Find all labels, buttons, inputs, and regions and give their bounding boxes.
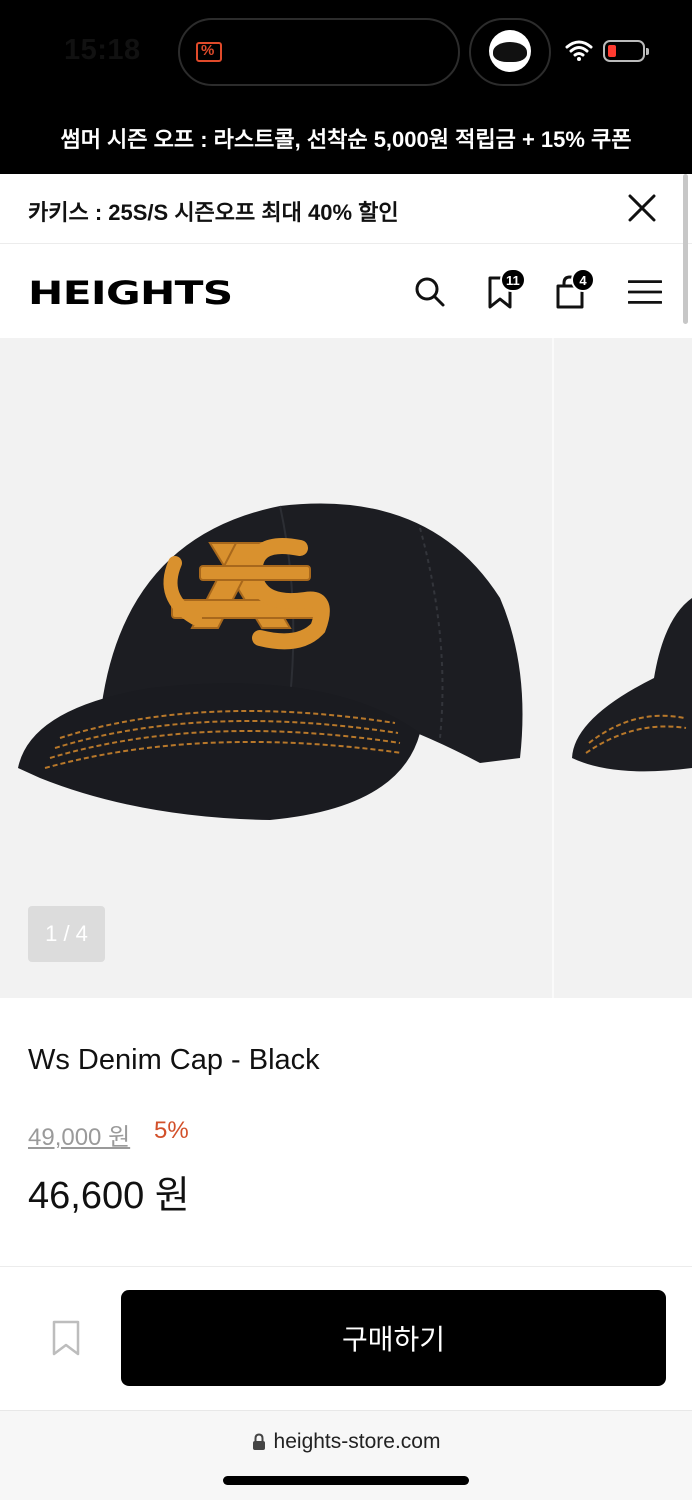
search-icon[interactable] xyxy=(412,274,446,310)
buy-button[interactable]: 구매하기 xyxy=(121,1290,666,1386)
home-indicator[interactable] xyxy=(223,1476,469,1485)
sale-price: 46,600 원 xyxy=(28,1175,190,1217)
close-icon[interactable] xyxy=(624,190,660,226)
battery-icon xyxy=(603,40,649,62)
discount-tag-icon: % xyxy=(196,42,222,62)
product-image-cap-front xyxy=(18,503,523,820)
url-display[interactable]: heights-store.com xyxy=(0,1430,692,1454)
lock-icon xyxy=(252,1433,265,1450)
product-name: Ws Denim Cap - Black xyxy=(28,1044,320,1076)
product-image-gallery[interactable]: 1 / 4 xyxy=(0,338,692,998)
heights-logo[interactable]: HEIGHTS xyxy=(28,274,233,312)
notice-bar[interactable]: 카키스 : 25S/S 시즌오프 최대 40% 할인 xyxy=(0,174,692,244)
gallery-divider xyxy=(552,338,554,998)
status-time: 15:18 xyxy=(64,34,141,66)
wishlist-button[interactable] xyxy=(38,1302,94,1374)
discount-rate: 5% xyxy=(154,1117,189,1144)
activity-avatar-icon xyxy=(489,30,531,72)
wifi-icon xyxy=(565,40,593,61)
promo-banner-text: 썸머 시즌 오프 : 라스트콜, 선착순 5,000원 적립금 + 15% 쿠폰 xyxy=(60,127,632,152)
promo-banner[interactable]: 썸머 시즌 오프 : 라스트콜, 선착순 5,000원 적립금 + 15% 쿠폰 xyxy=(0,102,692,174)
image-counter: 1 / 4 xyxy=(28,906,105,962)
product-image-cap-side xyxy=(572,598,692,772)
wishlist-count-badge: 11 xyxy=(500,268,526,292)
cart-count-badge: 4 xyxy=(571,268,595,292)
original-price: 49,000 원 xyxy=(28,1124,131,1151)
url-text: heights-store.com xyxy=(273,1430,441,1453)
bookmark-outline-icon xyxy=(52,1320,80,1356)
notice-text: 카키스 : 25S/S 시즌오프 최대 40% 할인 xyxy=(28,200,399,225)
browser-url-bar[interactable] xyxy=(0,1410,692,1500)
menu-icon[interactable] xyxy=(628,274,662,310)
